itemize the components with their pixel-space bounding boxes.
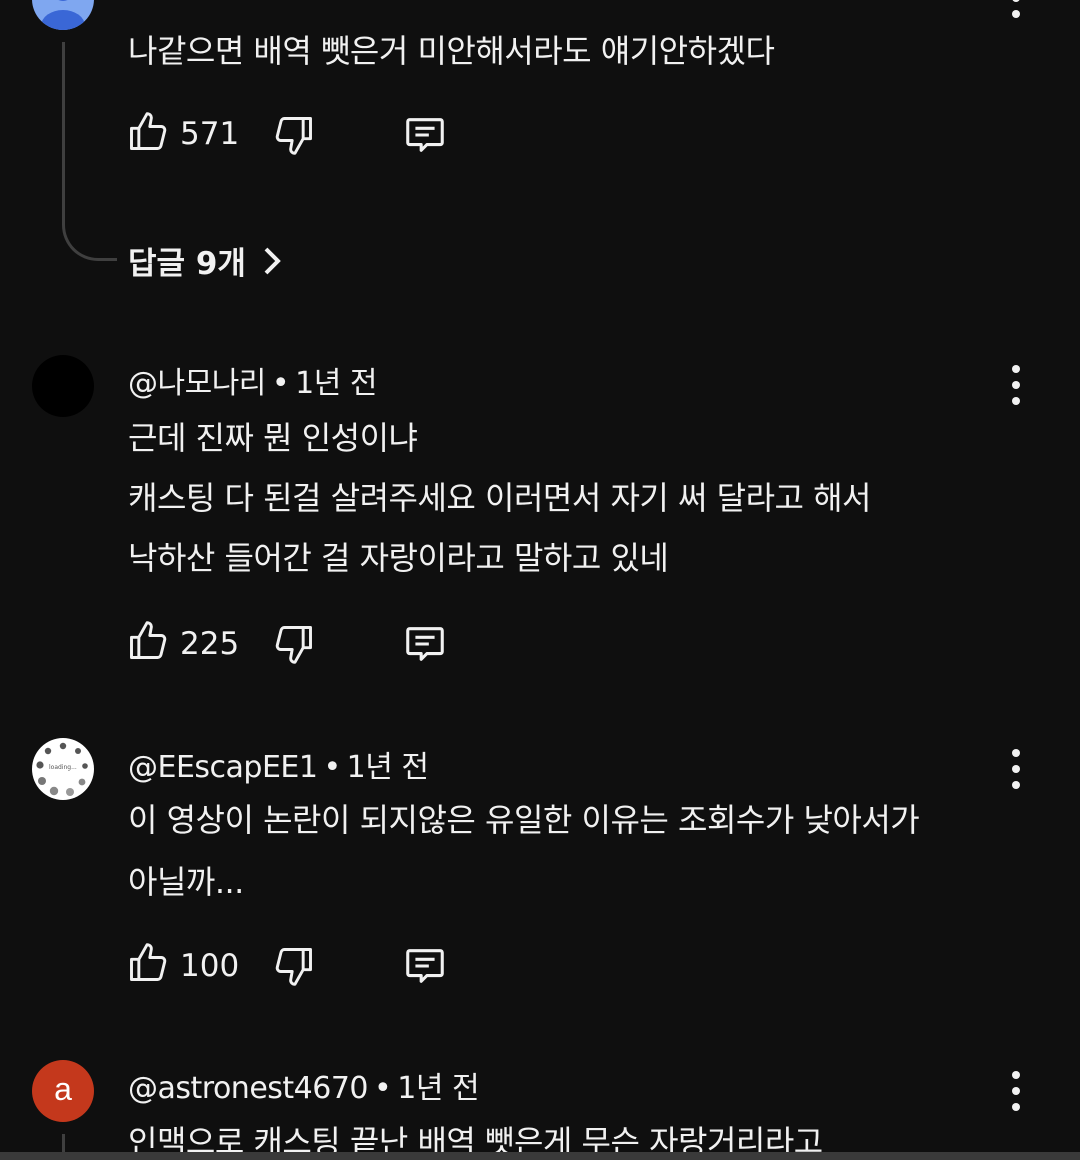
default-person-avatar-icon <box>41 0 85 30</box>
separator: • <box>374 1071 392 1106</box>
thumbs-down-icon <box>275 626 312 664</box>
comment-header: @EEscapEE1 • 1년 전 <box>128 742 429 786</box>
chevron-right-icon <box>264 247 281 274</box>
username[interactable]: @astronest4670 <box>128 1071 369 1106</box>
more-vert-icon[interactable] <box>1004 749 1028 789</box>
reply-thread-line <box>62 42 117 261</box>
replies-label: 답글 9개 <box>128 246 246 282</box>
comment-reply-icon <box>406 118 444 152</box>
comment-text-line: 캐스팅 다 된걸 살려주세요 이러면서 자기 써 달라고 해서 <box>128 479 872 517</box>
timestamp[interactable]: 1년 전 <box>295 366 377 401</box>
thumbs-down-icon <box>275 117 312 155</box>
comment-text-line: 이 영상이 논란이 되지않은 유일한 이유는 조회수가 낮아서가 <box>128 801 920 839</box>
thumbs-up-icon <box>130 621 167 659</box>
avatar-loading-text: loading... <box>49 764 77 771</box>
avatar[interactable] <box>32 355 94 417</box>
comment-text-line: 낙하산 들어간 걸 자랑이라고 말하고 있네 <box>128 539 669 577</box>
timestamp[interactable]: 1년 전 <box>397 1071 479 1106</box>
comment-reply-icon <box>406 949 444 983</box>
thumbs-up-icon <box>130 943 167 981</box>
like-count: 100 <box>180 948 240 984</box>
reply-button[interactable] <box>402 112 448 162</box>
comment-header: @나모나리 • 1년 전 <box>128 358 377 402</box>
more-vert-icon[interactable] <box>1004 1071 1028 1111</box>
dislike-button[interactable] <box>272 944 316 992</box>
username[interactable]: @EEscapEE1 <box>128 750 318 785</box>
separator: • <box>323 750 341 785</box>
dislike-button[interactable] <box>272 113 316 161</box>
timestamp[interactable]: 1년 전 <box>347 750 429 785</box>
more-vert-icon[interactable] <box>1004 365 1028 405</box>
like-count: 571 <box>180 116 240 152</box>
avatar[interactable] <box>32 0 94 30</box>
reply-button[interactable] <box>402 943 448 993</box>
comment-text-line: 아닐까... <box>128 863 244 901</box>
avatar[interactable]: a <box>32 1060 94 1122</box>
separator: • <box>271 366 290 401</box>
like-button[interactable] <box>126 110 170 158</box>
like-button[interactable] <box>126 941 170 989</box>
dislike-button[interactable] <box>272 622 316 670</box>
more-vert-icon[interactable] <box>1004 0 1028 18</box>
thumbs-up-icon <box>130 112 167 150</box>
like-button[interactable] <box>126 619 170 667</box>
reply-button[interactable] <box>402 621 448 671</box>
comment-reply-icon <box>406 627 444 661</box>
like-count: 225 <box>180 626 240 662</box>
comment-text-line: 나같으면 배역 뺏은거 미안해서라도 얘기안하겠다 <box>128 32 775 70</box>
bottom-divider <box>0 1152 1080 1160</box>
comment-header: @astronest4670 • 1년 전 <box>128 1063 480 1107</box>
comment-text-line: 근데 진짜 뭔 인성이냐 <box>128 419 418 457</box>
replies-toggle[interactable]: 답글 9개 <box>128 238 284 283</box>
avatar[interactable]: loading... <box>32 738 94 800</box>
avatar-letter: a <box>54 1070 72 1107</box>
username[interactable]: @나모나리 <box>128 366 266 401</box>
thumbs-down-icon <box>275 948 312 986</box>
comments-page: 나같으면 배역 뺏은거 미안해서라도 얘기안하겠다 571 답글 9개 @나모나… <box>0 0 1080 1160</box>
